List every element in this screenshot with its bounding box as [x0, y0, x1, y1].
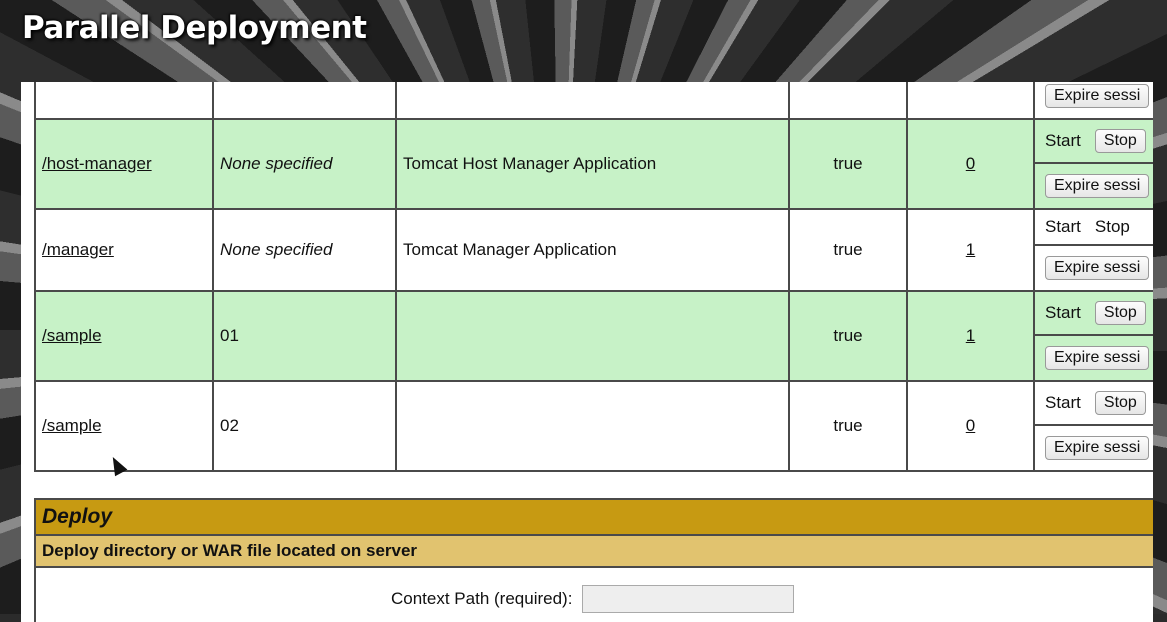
app-version: 02	[212, 380, 397, 472]
video-title: Parallel Deployment	[22, 10, 367, 46]
table-row: /manager None specified Tomcat Manager A…	[34, 208, 1153, 292]
table-row-partial: Expire sessi	[34, 82, 1153, 120]
start-label: Start	[1045, 131, 1081, 150]
app-display-name	[395, 290, 790, 382]
deploy-section: Deploy Deploy directory or WAR file loca…	[34, 498, 1153, 622]
start-label: Start	[1045, 303, 1081, 322]
stop-button[interactable]: Stop	[1094, 301, 1146, 325]
app-sessions-link[interactable]: 1	[966, 326, 975, 345]
expire-sessions-button[interactable]: Expire sessi	[1045, 346, 1150, 370]
stop-label: Stop	[1094, 217, 1130, 236]
app-sessions-link[interactable]: 0	[966, 154, 975, 173]
app-version: None specified	[212, 118, 397, 210]
table-row: /host-manager None specified Tomcat Host…	[34, 118, 1153, 210]
tomcat-manager-page: Expire sessi /host-manager None specifie…	[21, 82, 1153, 622]
expire-sessions-button[interactable]: Expire sessi	[1045, 256, 1150, 280]
context-path-row: Context Path (required):	[36, 582, 1153, 616]
app-commands: Start Stop Expire sessi	[1033, 290, 1153, 382]
app-path-link[interactable]: /sample	[42, 326, 102, 345]
app-display-name: Tomcat Host Manager Application	[395, 118, 790, 210]
app-running: true	[788, 208, 908, 292]
app-path-link[interactable]: /sample	[42, 416, 102, 435]
app-version: 01	[212, 290, 397, 382]
app-sessions-link[interactable]: 1	[966, 240, 975, 259]
expire-sessions-button[interactable]: Expire sessi	[1045, 436, 1150, 460]
context-path-input[interactable]	[582, 585, 795, 613]
table-row: /sample 02 true 0 Start Stop Expire sess…	[34, 380, 1153, 472]
app-commands: Start Stop Expire sessi	[1033, 208, 1153, 292]
stop-button[interactable]: Stop	[1094, 129, 1146, 153]
stop-button[interactable]: Stop	[1094, 391, 1146, 415]
app-path-link[interactable]: /host-manager	[42, 154, 152, 173]
app-version: None specified	[212, 208, 397, 292]
context-path-label: Context Path (required):	[391, 589, 573, 608]
app-commands: Start Stop Expire sessi	[1033, 118, 1153, 210]
expire-sessions-button[interactable]: Expire sessi	[1045, 174, 1150, 198]
app-display-name: Tomcat Manager Application	[395, 208, 790, 292]
app-running: true	[788, 380, 908, 472]
applications-table: Expire sessi /host-manager None specifie…	[34, 82, 1153, 472]
app-running: true	[788, 290, 908, 382]
deploy-title: Deploy	[36, 500, 1153, 536]
expire-sessions-button[interactable]: Expire sessi	[1045, 84, 1150, 108]
app-running: true	[788, 118, 908, 210]
start-label: Start	[1045, 217, 1081, 236]
app-sessions-link[interactable]: 0	[966, 416, 975, 435]
app-commands: Start Stop Expire sessi	[1033, 380, 1153, 472]
deploy-subtitle: Deploy directory or WAR file located on …	[36, 536, 1153, 568]
app-path-link[interactable]: /manager	[42, 240, 114, 259]
start-label: Start	[1045, 393, 1081, 412]
table-row: /sample 01 true 1 Start Stop Expire sess…	[34, 290, 1153, 382]
app-display-name	[395, 380, 790, 472]
